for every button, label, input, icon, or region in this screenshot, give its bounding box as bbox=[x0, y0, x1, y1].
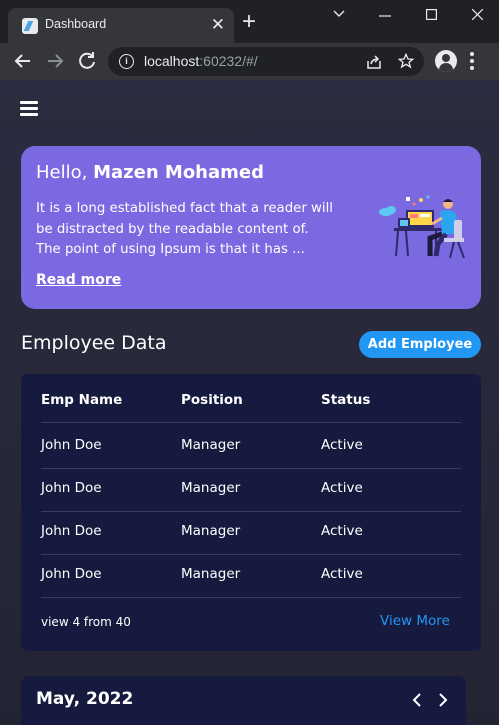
column-header-status[interactable]: Status bbox=[321, 392, 370, 408]
maximize-icon[interactable] bbox=[426, 9, 437, 20]
calendar-month-label: May, 2022 bbox=[36, 689, 134, 709]
profile-avatar-icon[interactable] bbox=[435, 50, 457, 72]
welcome-card: Hello, Mazen Mohamed It is a long establ… bbox=[21, 146, 481, 309]
cell-position: Manager bbox=[181, 437, 241, 453]
cell-status: Active bbox=[321, 566, 363, 582]
cell-emp-name: John Doe bbox=[41, 437, 102, 453]
flutter-favicon-icon bbox=[22, 18, 38, 34]
browser-toolbar: i localhost:60232/#/ bbox=[0, 43, 499, 80]
browser-menu-icon[interactable] bbox=[470, 52, 474, 73]
url-text[interactable]: localhost:60232/#/ bbox=[144, 53, 258, 69]
calendar-next-icon[interactable] bbox=[438, 693, 448, 707]
cell-position: Manager bbox=[181, 566, 241, 582]
address-bar[interactable]: i localhost:60232/#/ bbox=[108, 47, 424, 76]
window-close-icon[interactable] bbox=[472, 9, 483, 20]
table-divider bbox=[41, 422, 461, 423]
cell-emp-name: John Doe bbox=[41, 566, 102, 582]
table-divider bbox=[41, 511, 461, 512]
user-name: Mazen Mohamed bbox=[93, 162, 264, 183]
reload-icon[interactable] bbox=[75, 49, 99, 73]
cell-status: Active bbox=[321, 437, 363, 453]
cell-position: Manager bbox=[181, 523, 241, 539]
employee-table: Emp Name Position Status John Doe Manage… bbox=[21, 374, 481, 651]
menu-hamburger-icon[interactable] bbox=[20, 101, 38, 119]
minimize-icon[interactable] bbox=[379, 15, 391, 17]
forward-arrow-icon[interactable] bbox=[43, 49, 67, 73]
view-more-link[interactable]: View More bbox=[380, 613, 450, 629]
back-arrow-icon[interactable] bbox=[11, 49, 35, 73]
browser-tab-bar: Dashboard ✕ + bbox=[0, 0, 499, 43]
column-header-position[interactable]: Position bbox=[181, 392, 243, 408]
cell-position: Manager bbox=[181, 480, 241, 496]
read-more-link[interactable]: Read more bbox=[36, 272, 121, 288]
app-viewport: Hello, Mazen Mohamed It is a long establ… bbox=[0, 80, 499, 725]
cell-status: Active bbox=[321, 480, 363, 496]
pagination-summary: view 4 from 40 bbox=[41, 615, 131, 629]
share-icon[interactable] bbox=[366, 54, 382, 70]
welcome-greeting: Hello, Mazen Mohamed bbox=[36, 162, 264, 183]
bookmark-star-icon[interactable] bbox=[398, 53, 414, 69]
table-divider bbox=[41, 597, 461, 598]
tab-close-icon[interactable]: ✕ bbox=[211, 14, 225, 36]
table-divider bbox=[41, 554, 461, 555]
site-info-icon[interactable]: i bbox=[119, 54, 134, 69]
new-tab-button[interactable]: + bbox=[242, 9, 256, 35]
column-header-emp-name[interactable]: Emp Name bbox=[41, 392, 122, 408]
tab-search-chevron-icon[interactable] bbox=[333, 10, 345, 18]
cell-status: Active bbox=[321, 523, 363, 539]
cell-emp-name: John Doe bbox=[41, 523, 102, 539]
employee-data-title: Employee Data bbox=[21, 332, 167, 354]
person-at-desk-illustration-icon bbox=[379, 195, 465, 259]
welcome-description: It is a long established fact that a rea… bbox=[36, 201, 333, 257]
cell-emp-name: John Doe bbox=[41, 480, 102, 496]
calendar-card: May, 2022 bbox=[21, 676, 466, 725]
browser-tab[interactable]: Dashboard ✕ bbox=[8, 8, 234, 43]
table-divider bbox=[41, 468, 461, 469]
tab-title: Dashboard bbox=[45, 17, 107, 31]
calendar-prev-icon[interactable] bbox=[412, 693, 422, 707]
add-employee-button[interactable]: Add Employee bbox=[359, 331, 481, 358]
